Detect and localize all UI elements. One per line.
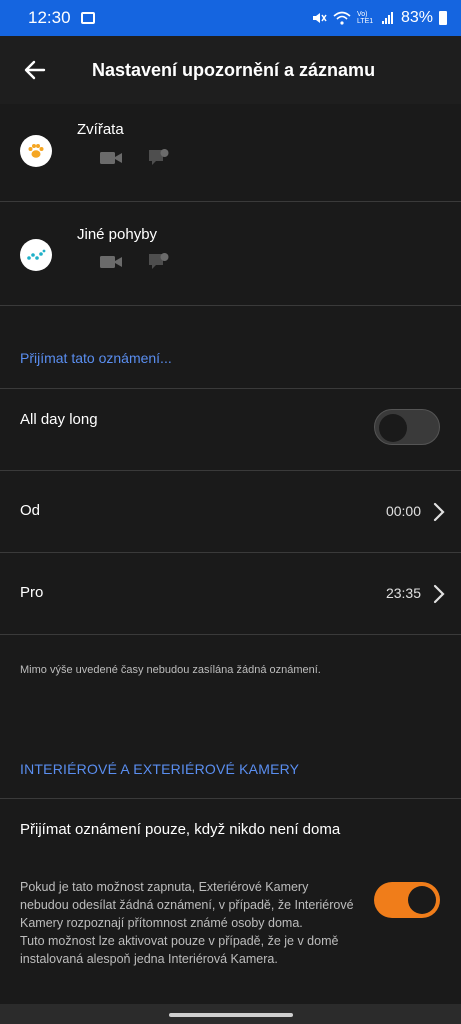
gallery-icon <box>80 12 95 24</box>
all-day-row: All day long <box>0 389 461 471</box>
paw-icon <box>20 135 52 167</box>
signal-icon <box>381 12 393 24</box>
notification-bubble-icon[interactable] <box>148 148 170 168</box>
cameras-section-header: INTERIÉROVÉ A EXTERIÉROVÉ KAMERY <box>20 761 300 777</box>
all-day-label: All day long <box>20 411 98 428</box>
to-time-row[interactable]: Pro 23:35 <box>0 553 461 635</box>
app-bar: Nastavení upozornění a záznamu <box>0 36 461 104</box>
chevron-right-icon <box>433 502 445 522</box>
back-button[interactable] <box>0 36 70 104</box>
to-label: Pro <box>20 584 44 601</box>
receive-notifications-link[interactable]: Přijímat tato oznámení... <box>20 350 172 366</box>
wifi-icon <box>333 11 351 25</box>
toggle-knob <box>408 886 436 914</box>
receive-notifications-row <box>0 306 461 389</box>
to-time-value: 23:35 <box>385 585 421 601</box>
detection-row-other-motion[interactable]: Jiné pohyby <box>0 202 461 306</box>
status-icons: Vo) LTE1 83% <box>311 9 447 27</box>
page-title: Nastavení upozornění a záznamu <box>92 59 376 80</box>
network-label: Vo) LTE1 <box>356 11 374 25</box>
navigation-bar <box>0 1004 461 1024</box>
mute-icon <box>312 13 327 23</box>
schedule-note: Mimo výše uvedené časy nebudou zasílána … <box>20 664 321 676</box>
video-camera-icon[interactable] <box>99 150 123 166</box>
video-camera-icon[interactable] <box>99 254 123 270</box>
detection-label: Jiné pohyby <box>77 226 158 243</box>
back-arrow-icon <box>24 60 46 80</box>
toggle-knob <box>379 414 407 442</box>
from-time-row[interactable]: Od 00:00 <box>0 471 461 553</box>
motion-dots-icon <box>20 239 52 271</box>
status-bar: 12:30 Vo) LTE1 83% <box>0 0 461 36</box>
chevron-right-icon <box>433 584 445 604</box>
status-time: 12:30 <box>28 8 71 27</box>
only-when-away-toggle[interactable] <box>374 882 440 918</box>
battery-icon <box>439 11 447 25</box>
from-label: Od <box>20 502 41 519</box>
from-time-value: 00:00 <box>385 503 421 519</box>
divider <box>0 798 461 799</box>
home-gesture-handle[interactable] <box>169 1013 293 1017</box>
only-when-away-title: Přijímat oznámení pouze, když nikdo není… <box>20 821 341 838</box>
notification-bubble-icon[interactable] <box>148 252 170 272</box>
detection-label: Zvířata <box>77 121 124 138</box>
only-when-away-description: Pokud je tato možnost zapnuta, Exteriéro… <box>20 880 354 966</box>
detection-row-animals[interactable]: Zvířata <box>0 104 461 202</box>
all-day-toggle[interactable] <box>374 409 440 445</box>
battery-percent: 83% <box>400 9 433 26</box>
